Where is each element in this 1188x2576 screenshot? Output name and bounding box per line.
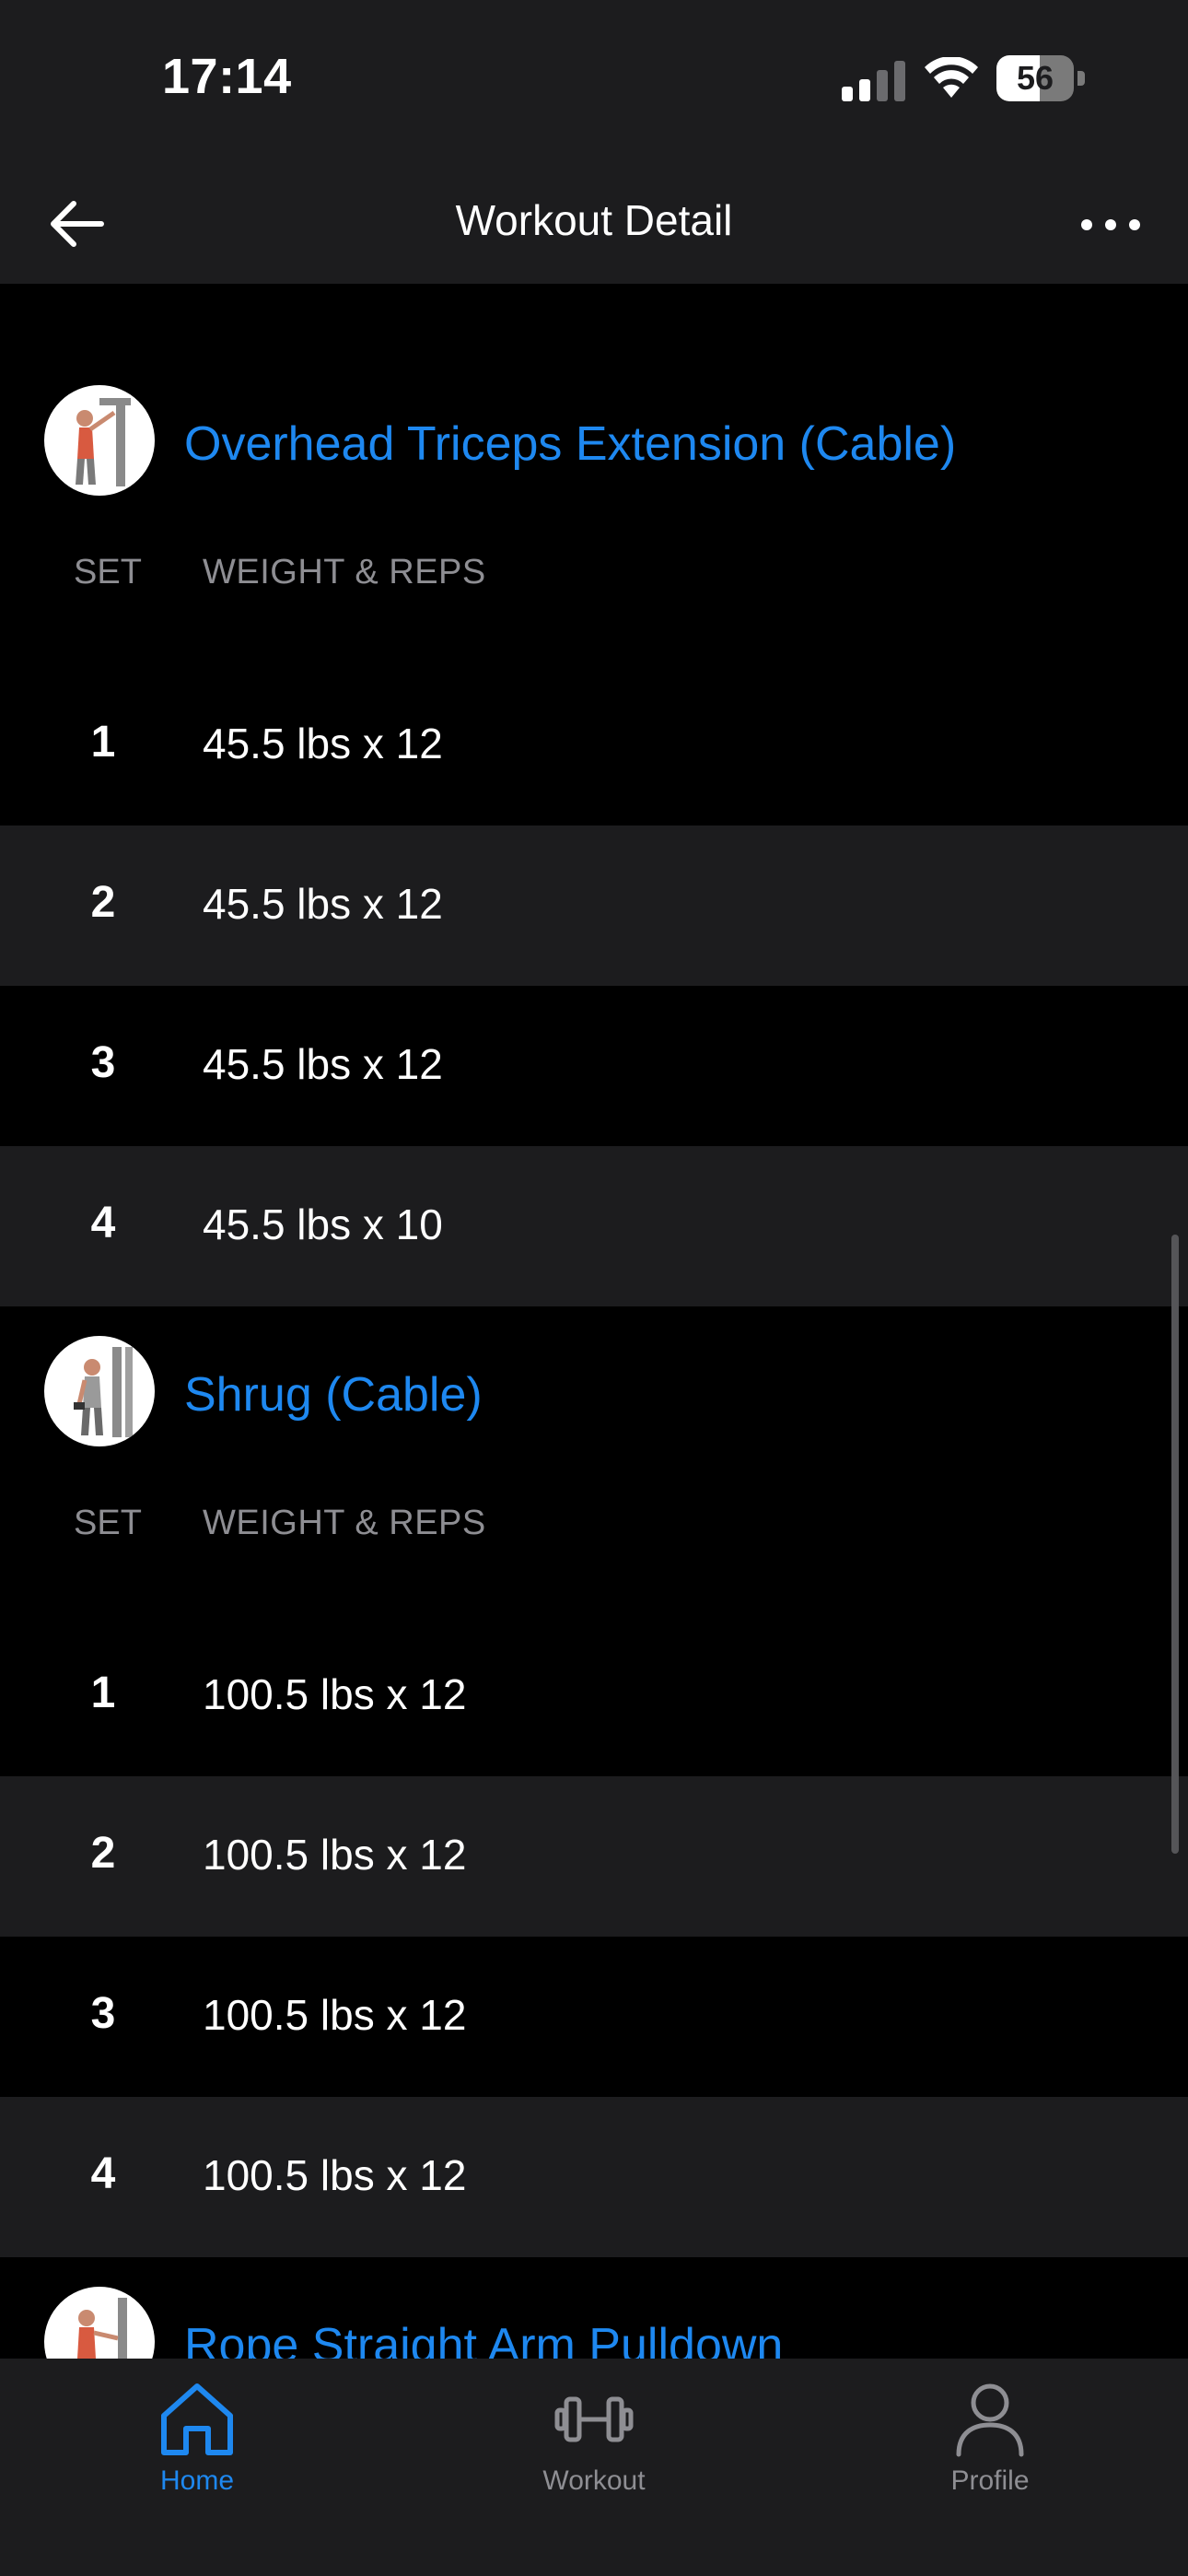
sets-column-header: SET WEIGHT & REPS <box>0 1469 1188 1616</box>
exercise-name[interactable]: Shrug (Cable) <box>184 1367 483 1423</box>
set-row: 2 45.5 lbs x 12 <box>0 825 1188 986</box>
set-row: 2 100.5 lbs x 12 <box>0 1776 1188 1937</box>
weight-reps-column-label: WEIGHT & REPS <box>203 1504 486 1542</box>
sets-column-header: SET WEIGHT & REPS <box>0 518 1188 665</box>
exercise-card: Overhead Triceps Extension (Cable) SET W… <box>0 370 1188 1306</box>
set-number: 1 <box>90 1669 116 1717</box>
set-column-label: SET <box>74 1504 142 1542</box>
tab-profile-label: Profile <box>950 2465 1030 2496</box>
exercise-card: Rope Straight Arm Pulldown <box>0 2272 1188 2359</box>
exercise-card: Shrug (Cable) SET WEIGHT & REPS 1 100.5 … <box>0 1321 1188 2257</box>
set-row: 1 100.5 lbs x 12 <box>0 1616 1188 1776</box>
set-weight-reps: 45.5 lbs x 10 <box>203 1200 443 1248</box>
tab-bar: Home Workout Profile <box>0 2359 1188 2576</box>
workout-detail-list[interactable]: Overhead Triceps Extension (Cable) SET W… <box>0 284 1188 2359</box>
set-number: 3 <box>90 1038 116 1087</box>
top-bar: 17:14 56 Workout Detail <box>0 0 1188 284</box>
set-weight-reps: 100.5 lbs x 12 <box>203 1991 467 2039</box>
battery-body: 56 <box>996 55 1074 101</box>
set-number: 2 <box>90 878 116 927</box>
exercise-thumbnail-icon <box>44 385 155 496</box>
set-weight-reps: 45.5 lbs x 12 <box>203 1040 443 1088</box>
wifi-icon <box>925 57 978 98</box>
tab-workout[interactable]: Workout <box>483 2375 705 2523</box>
set-row: 3 100.5 lbs x 12 <box>0 1937 1188 2097</box>
cellular-signal-icon <box>842 61 905 101</box>
exercise-header[interactable]: Rope Straight Arm Pulldown <box>0 2272 1188 2359</box>
set-number: 1 <box>90 718 116 767</box>
ellipsis-icon[interactable] <box>1074 205 1147 245</box>
set-weight-reps: 45.5 lbs x 12 <box>203 880 443 928</box>
status-time: 17:14 <box>162 49 292 104</box>
set-row: 4 45.5 lbs x 10 <box>0 1146 1188 1306</box>
set-row: 3 45.5 lbs x 12 <box>0 986 1188 1146</box>
tab-home-label: Home <box>159 2465 235 2496</box>
page-title: Workout Detail <box>455 196 733 244</box>
person-icon <box>956 2383 1024 2457</box>
exercise-thumbnail-icon <box>44 1336 155 1446</box>
set-number: 4 <box>90 1199 116 1247</box>
battery-icon: 56 <box>996 55 1085 101</box>
set-row: 4 100.5 lbs x 12 <box>0 2097 1188 2257</box>
tab-home[interactable]: Home <box>87 2375 308 2523</box>
dumbbell-icon <box>554 2396 634 2442</box>
exercise-thumbnail-icon <box>44 2287 155 2359</box>
scrollbar[interactable] <box>1171 1235 1179 1854</box>
battery-level: 56 <box>1016 59 1054 97</box>
exercise-header[interactable]: Overhead Triceps Extension (Cable) <box>0 370 1188 518</box>
exercise-name[interactable]: Rope Straight Arm Pulldown <box>184 2318 783 2359</box>
tab-workout-label: Workout <box>542 2465 646 2496</box>
set-number: 3 <box>90 1989 116 2038</box>
set-number: 4 <box>90 2149 116 2198</box>
battery-cap <box>1077 71 1085 86</box>
set-weight-reps: 100.5 lbs x 12 <box>203 1670 467 1718</box>
set-column-label: SET <box>74 553 142 591</box>
set-number: 2 <box>90 1829 116 1878</box>
home-icon <box>161 2383 233 2455</box>
exercise-name[interactable]: Overhead Triceps Extension (Cable) <box>184 416 956 472</box>
exercise-header[interactable]: Shrug (Cable) <box>0 1321 1188 1469</box>
set-row: 1 45.5 lbs x 12 <box>0 665 1188 825</box>
weight-reps-column-label: WEIGHT & REPS <box>203 553 486 591</box>
tab-profile[interactable]: Profile <box>879 2375 1101 2523</box>
set-weight-reps: 45.5 lbs x 12 <box>203 720 443 767</box>
set-weight-reps: 100.5 lbs x 12 <box>203 2151 467 2199</box>
set-weight-reps: 100.5 lbs x 12 <box>203 1831 467 1879</box>
